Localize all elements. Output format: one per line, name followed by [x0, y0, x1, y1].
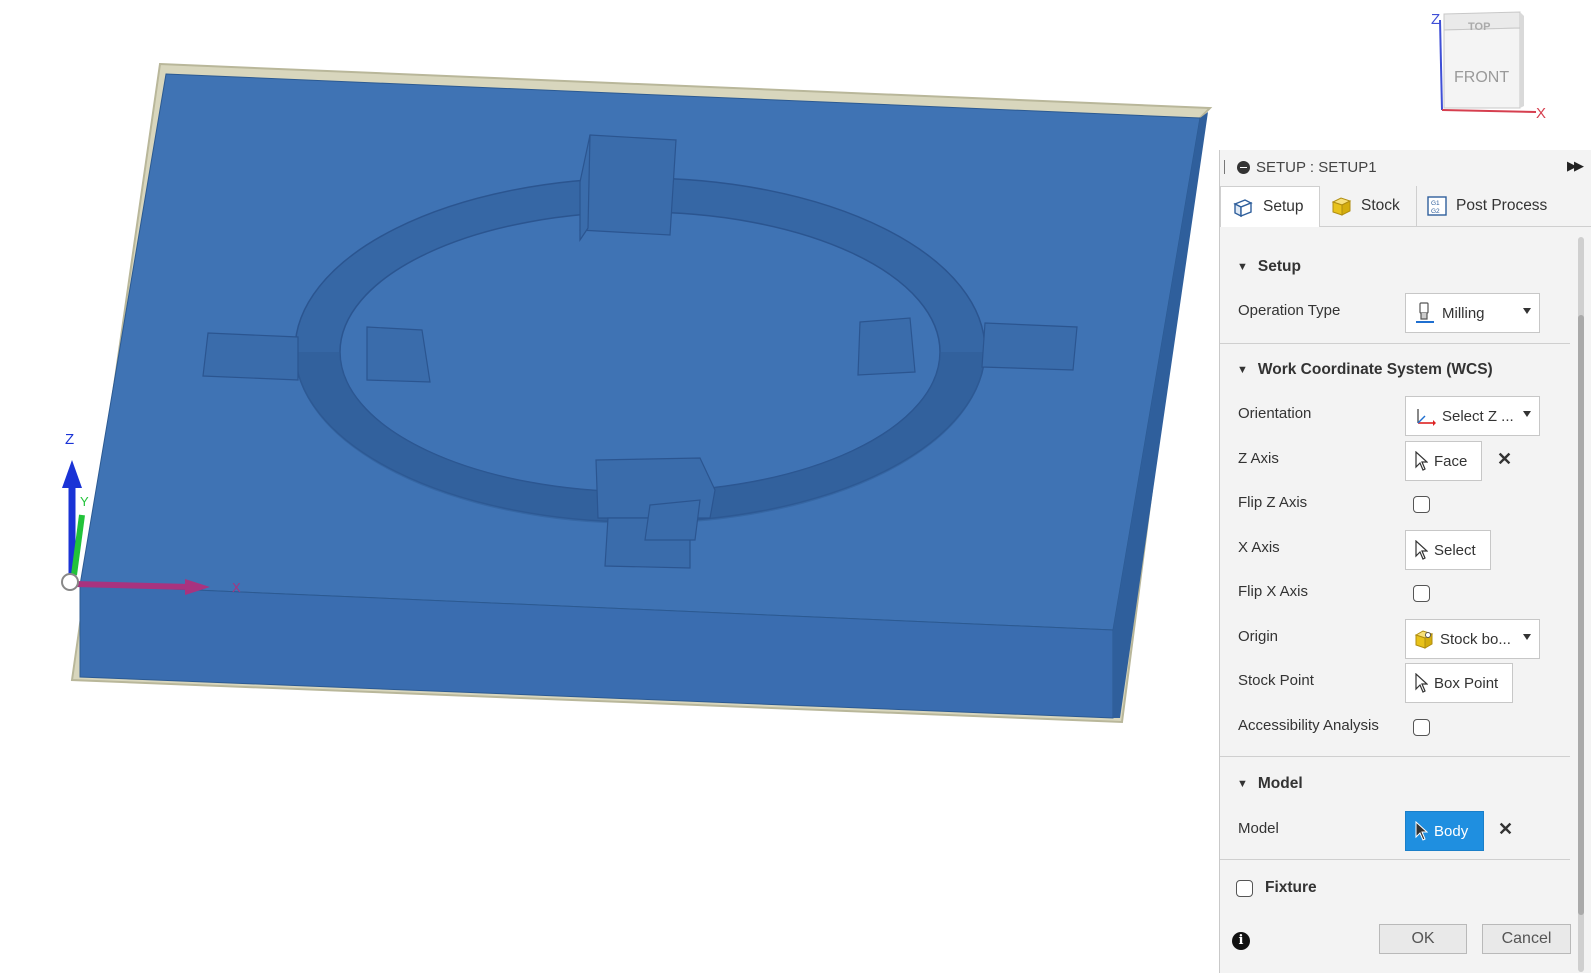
orientation-label: Orientation: [1238, 405, 1312, 422]
triad-z-label: Z: [65, 431, 74, 448]
panel-title: SETUP : SETUP1: [1256, 158, 1377, 176]
origin-label: Origin: [1238, 628, 1279, 645]
g1g2-icon: G1 G2: [1426, 195, 1448, 217]
stock-box-point-icon: [1414, 629, 1434, 649]
triad-x-label: X: [232, 580, 241, 595]
double-chevron-right-icon[interactable]: ▶▶: [1567, 158, 1584, 174]
section-fixture-title: Fixture: [1265, 879, 1317, 896]
flip-z-axis-checkbox[interactable]: [1413, 496, 1430, 513]
triangle-down-icon[interactable]: ▼: [1237, 778, 1248, 790]
z-axis-label: Z Axis: [1238, 450, 1279, 467]
flip-z-axis-row: Flip Z Axis: [1220, 483, 1570, 523]
accessibility-label: Accessibility Analysis: [1238, 717, 1379, 734]
divider: [1220, 859, 1570, 860]
tab-post-process[interactable]: G1 G2 Post Process: [1416, 186, 1566, 226]
fixture-checkbox[interactable]: [1236, 879, 1253, 897]
panel-tabs: Setup Stock G1 G2 Post Process: [1220, 186, 1591, 227]
model-row: Model Body ✕: [1220, 809, 1570, 851]
flip-x-axis-checkbox[interactable]: [1413, 585, 1430, 602]
flip-z-axis-label: Flip Z Axis: [1238, 494, 1308, 511]
panel-grip-handle[interactable]: [1224, 160, 1228, 174]
chevron-down-icon: [1523, 634, 1531, 640]
orientation-row: Orientation Select Z ...: [1220, 394, 1570, 436]
chevron-down-icon: [1523, 308, 1531, 314]
orientation-dropdown[interactable]: Select Z ...: [1405, 396, 1540, 436]
info-icon[interactable]: i: [1232, 932, 1250, 950]
svg-text:G2: G2: [1431, 208, 1440, 215]
operation-type-row: Operation Type Milling: [1220, 291, 1570, 333]
model-body-selector[interactable]: Body: [1405, 811, 1484, 851]
axes-orientation-icon: [1414, 405, 1436, 427]
origin-value: Stock bo...: [1440, 630, 1511, 648]
operation-type-label: Operation Type: [1238, 302, 1341, 319]
stock-point-row: Stock Point Box Point: [1220, 661, 1570, 703]
viewcube-z-label: Z: [1431, 11, 1440, 28]
section-setup-header[interactable]: ▼ Setup: [1220, 252, 1570, 282]
operation-type-value: Milling: [1442, 304, 1485, 322]
setup-panel: SETUP : SETUP1 ▶▶ Setup Stock G1 G2 Post …: [1219, 150, 1591, 973]
x-axis-value: Select: [1434, 541, 1476, 559]
stock-point-selector[interactable]: Box Point: [1405, 663, 1513, 703]
ring-tab-top[interactable]: [579, 134, 677, 242]
section-wcs-header[interactable]: ▼ Work Coordinate System (WCS): [1220, 355, 1570, 385]
stock-box-icon: [1329, 195, 1353, 217]
panel-scrollbar-thumb[interactable]: [1578, 315, 1584, 915]
tab-setup[interactable]: Setup: [1220, 186, 1320, 227]
tab-setup-label: Setup: [1263, 198, 1304, 215]
tab-stock[interactable]: Stock: [1320, 186, 1416, 226]
chevron-down-icon: [1523, 411, 1531, 417]
x-axis-row: X Axis Select: [1220, 528, 1570, 570]
viewcube-top-label: TOP: [1468, 21, 1490, 33]
svg-text:G1: G1: [1431, 200, 1440, 207]
section-fixture-header[interactable]: Fixture: [1220, 873, 1570, 903]
cursor-arrow-icon: [1414, 540, 1428, 560]
triangle-down-icon[interactable]: ▼: [1237, 261, 1248, 273]
viewcube-x-label: X: [1536, 105, 1546, 122]
triangle-down-icon[interactable]: ▼: [1237, 364, 1248, 376]
cancel-button[interactable]: Cancel: [1482, 924, 1571, 954]
panel-titlebar[interactable]: SETUP : SETUP1 ▶▶: [1220, 150, 1591, 184]
flip-x-axis-label: Flip X Axis: [1238, 583, 1309, 600]
milling-tool-icon: [1414, 301, 1436, 325]
model-label: Model: [1238, 820, 1279, 837]
stock-point-label: Stock Point: [1238, 672, 1314, 689]
x-axis-selector[interactable]: Select: [1405, 530, 1491, 570]
section-setup-title: Setup: [1257, 258, 1301, 275]
cursor-arrow-icon: [1414, 821, 1428, 841]
orientation-value: Select Z ...: [1442, 407, 1514, 425]
z-axis-selector[interactable]: Face: [1405, 441, 1482, 481]
x-axis-label: X Axis: [1238, 539, 1280, 556]
accessibility-checkbox[interactable]: [1413, 719, 1430, 736]
view-cube[interactable]: TOP FRONT Z X: [1428, 8, 1558, 128]
panel-footer: i OK Cancel: [1220, 922, 1591, 973]
collapse-icon[interactable]: [1237, 160, 1250, 174]
cursor-arrow-icon: [1414, 673, 1428, 693]
model-value: Body: [1434, 822, 1469, 840]
tab-post-process-label: Post Process: [1456, 197, 1548, 214]
tab-stock-label: Stock: [1361, 197, 1400, 214]
accessibility-row: Accessibility Analysis: [1220, 706, 1570, 746]
section-model-header[interactable]: ▼ Model: [1220, 769, 1570, 799]
ok-button[interactable]: OK: [1379, 924, 1467, 954]
section-wcs-title: Work Coordinate System (WCS): [1257, 361, 1493, 378]
origin-dropdown[interactable]: Stock bo...: [1405, 619, 1540, 659]
operation-type-dropdown[interactable]: Milling: [1405, 293, 1540, 333]
origin-row: Origin Stock bo...: [1220, 617, 1570, 659]
divider: [1220, 756, 1570, 757]
clear-z-axis-icon[interactable]: ✕: [1497, 449, 1512, 470]
triad-y-label: Y: [80, 494, 89, 509]
clear-model-icon[interactable]: ✕: [1498, 819, 1513, 840]
flip-x-axis-row: Flip X Axis: [1220, 572, 1570, 612]
stock-point-value: Box Point: [1434, 674, 1499, 692]
z-axis-value: Face: [1434, 452, 1468, 470]
divider: [1220, 343, 1570, 344]
z-axis-row: Z Axis Face ✕: [1220, 439, 1570, 481]
viewcube-front-label: FRONT: [1454, 69, 1509, 86]
section-model-title: Model: [1257, 775, 1303, 792]
cursor-arrow-icon: [1414, 451, 1428, 471]
setup-icon: [1231, 196, 1255, 218]
